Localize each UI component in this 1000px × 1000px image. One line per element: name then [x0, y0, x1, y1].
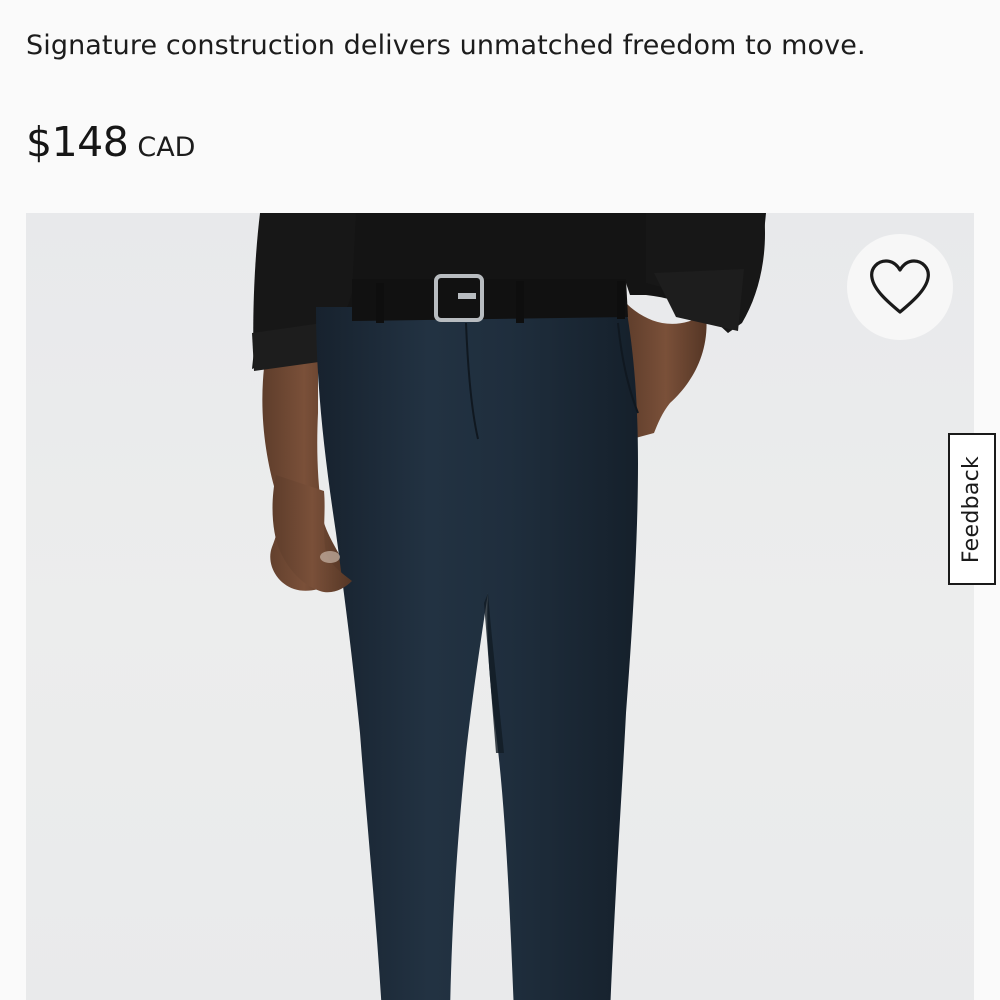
wishlist-button[interactable] [847, 234, 953, 340]
price-row: $148 CAD [26, 116, 195, 168]
product-detail-page: Signature construction delivers unmatche… [0, 0, 1000, 1000]
product-image[interactable] [26, 213, 974, 1000]
feedback-tab[interactable]: Feedback [948, 433, 996, 585]
heart-icon [870, 259, 930, 314]
price-currency: CAD [137, 132, 196, 163]
product-photo-illustration [252, 213, 766, 1000]
feedback-label: Feedback [959, 455, 985, 563]
product-tagline: Signature construction delivers unmatche… [26, 30, 866, 61]
price-amount: $148 [26, 118, 129, 166]
